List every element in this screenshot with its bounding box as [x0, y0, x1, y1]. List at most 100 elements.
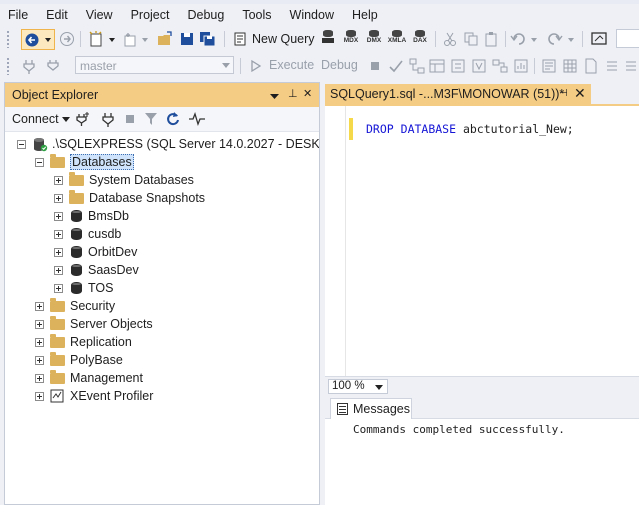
- tree-node-database[interactable]: SaasDev: [54, 261, 139, 279]
- toolbar-separator: [224, 31, 225, 47]
- expand-toggle[interactable]: [54, 247, 63, 257]
- new-project-button[interactable]: [88, 30, 118, 48]
- cut-button[interactable]: [441, 30, 459, 48]
- connect-button[interactable]: [20, 57, 38, 75]
- menu-view[interactable]: View: [77, 8, 122, 22]
- query-text[interactable]: DROP DATABASE abctutorial_New;: [366, 122, 574, 136]
- close-tab-button[interactable]: ✕: [574, 85, 586, 102]
- collapse-toggle[interactable]: [35, 157, 44, 167]
- debug-button[interactable]: Debug: [321, 58, 358, 72]
- tree-node-management[interactable]: Management: [35, 369, 143, 387]
- toolbar-grip[interactable]: [6, 30, 10, 48]
- xmla-query-button[interactable]: XMLA: [387, 30, 407, 48]
- expand-toggle[interactable]: [35, 355, 44, 365]
- save-button[interactable]: [178, 30, 196, 48]
- results-to-grid-button[interactable]: [561, 57, 579, 75]
- client-statistics-button[interactable]: [512, 57, 530, 75]
- tab-messages[interactable]: Messages: [330, 398, 412, 419]
- menu-help[interactable]: Help: [343, 8, 387, 22]
- expand-toggle[interactable]: [54, 175, 63, 185]
- query-options-button[interactable]: [449, 57, 467, 75]
- toolbar-grip[interactable]: [6, 57, 10, 75]
- expand-toggle[interactable]: [54, 283, 63, 293]
- redo-button[interactable]: [547, 30, 577, 48]
- zoom-select[interactable]: 100 %: [328, 379, 388, 394]
- expand-toggle[interactable]: [54, 193, 63, 203]
- tab-sqlquery1[interactable]: SQLQuery1.sql -...M3F\MONOWAR (51))* ⊣ ✕: [325, 84, 591, 104]
- expand-toggle[interactable]: [35, 319, 44, 329]
- uncomment-button[interactable]: [622, 57, 639, 75]
- tree-node-database[interactable]: cusdb: [54, 225, 121, 243]
- tree-node-database[interactable]: BmsDb: [54, 207, 129, 225]
- dmx-query-button[interactable]: DMX: [364, 30, 384, 48]
- expand-toggle[interactable]: [35, 301, 44, 311]
- tree-node-replication[interactable]: Replication: [35, 333, 132, 351]
- folder-icon: [50, 315, 65, 330]
- tree-node-database[interactable]: OrbitDev: [54, 243, 137, 261]
- copy-button[interactable]: [462, 30, 480, 48]
- menu-edit[interactable]: Edit: [37, 8, 77, 22]
- menu-tools[interactable]: Tools: [233, 8, 280, 22]
- pin-tab-button[interactable]: ⊣: [559, 88, 568, 99]
- dax-query-button[interactable]: DAX: [410, 30, 430, 48]
- tree-node-server[interactable]: .\SQLEXPRESS (SQL Server 14.0.2027 - DES…: [17, 135, 319, 153]
- execute-button[interactable]: Execute: [269, 58, 314, 72]
- new-query-button[interactable]: New Query: [252, 32, 315, 46]
- cancel-query-button[interactable]: [366, 57, 384, 75]
- parse-button[interactable]: [387, 57, 405, 75]
- plug-icon: [102, 113, 114, 127]
- expand-toggle[interactable]: [54, 211, 63, 221]
- results-to-file-button[interactable]: [582, 57, 600, 75]
- expand-toggle[interactable]: [35, 391, 44, 401]
- query-designer-button[interactable]: [428, 57, 446, 75]
- expand-toggle[interactable]: [35, 373, 44, 383]
- expand-toggle[interactable]: [54, 229, 63, 239]
- close-object-explorer-button[interactable]: ✕: [303, 87, 312, 100]
- save-all-button[interactable]: [199, 30, 217, 48]
- expand-toggle[interactable]: [54, 265, 63, 275]
- database-engine-query-button[interactable]: [318, 30, 338, 48]
- tree-node-xevent-profiler[interactable]: XEvent Profiler: [35, 387, 153, 405]
- comment-button[interactable]: [603, 57, 621, 75]
- open-file-button[interactable]: [157, 30, 175, 48]
- menu-debug[interactable]: Debug: [178, 8, 233, 22]
- connect-dropdown[interactable]: Connect: [12, 112, 71, 126]
- stop-button[interactable]: [125, 113, 135, 127]
- disconnect-object-explorer-button[interactable]: [100, 111, 116, 130]
- window-position-button[interactable]: [270, 91, 279, 103]
- refresh-button[interactable]: [165, 111, 181, 130]
- tree-node-databases[interactable]: Databases: [35, 153, 134, 171]
- tree-node-server-objects[interactable]: Server Objects: [35, 315, 153, 333]
- expand-toggle[interactable]: [35, 337, 44, 347]
- menu-project[interactable]: Project: [122, 8, 179, 22]
- menu-file[interactable]: File: [0, 8, 37, 22]
- tree-node-security[interactable]: Security: [35, 297, 115, 315]
- mdx-query-button[interactable]: MDX: [341, 30, 361, 48]
- include-plan-button[interactable]: [491, 57, 509, 75]
- query-editor[interactable]: DROP DATABASE abctutorial_New;: [325, 106, 639, 376]
- database-icon: [71, 282, 82, 294]
- disconnect-button[interactable]: [44, 57, 62, 75]
- add-item-button[interactable]: [121, 30, 151, 48]
- back-button[interactable]: [21, 29, 55, 50]
- activity-monitor-button[interactable]: [188, 111, 206, 130]
- tree-node-database[interactable]: TOS: [54, 279, 113, 297]
- auto-hide-pin-button[interactable]: ⊥: [288, 87, 298, 100]
- connect-object-explorer-button[interactable]: [75, 111, 91, 130]
- quick-launch-input[interactable]: [616, 29, 639, 48]
- tree-node-database-snapshots[interactable]: Database Snapshots: [54, 189, 205, 207]
- menu-window[interactable]: Window: [281, 8, 343, 22]
- undo-button[interactable]: [510, 30, 540, 48]
- forward-button[interactable]: [58, 30, 76, 48]
- available-databases-select[interactable]: master: [75, 56, 234, 74]
- tree-node-polybase[interactable]: PolyBase: [35, 351, 123, 369]
- tree-node-system-databases[interactable]: System Databases: [54, 171, 194, 189]
- filter-button[interactable]: [144, 111, 158, 130]
- results-to-text-button[interactable]: [540, 57, 558, 75]
- intellisense-button[interactable]: [470, 57, 488, 75]
- xmla-icon: [392, 30, 402, 37]
- display-plan-button[interactable]: [408, 57, 426, 75]
- collapse-toggle[interactable]: [17, 139, 26, 149]
- paste-button[interactable]: [483, 30, 501, 48]
- screenshot-button[interactable]: [590, 30, 608, 48]
